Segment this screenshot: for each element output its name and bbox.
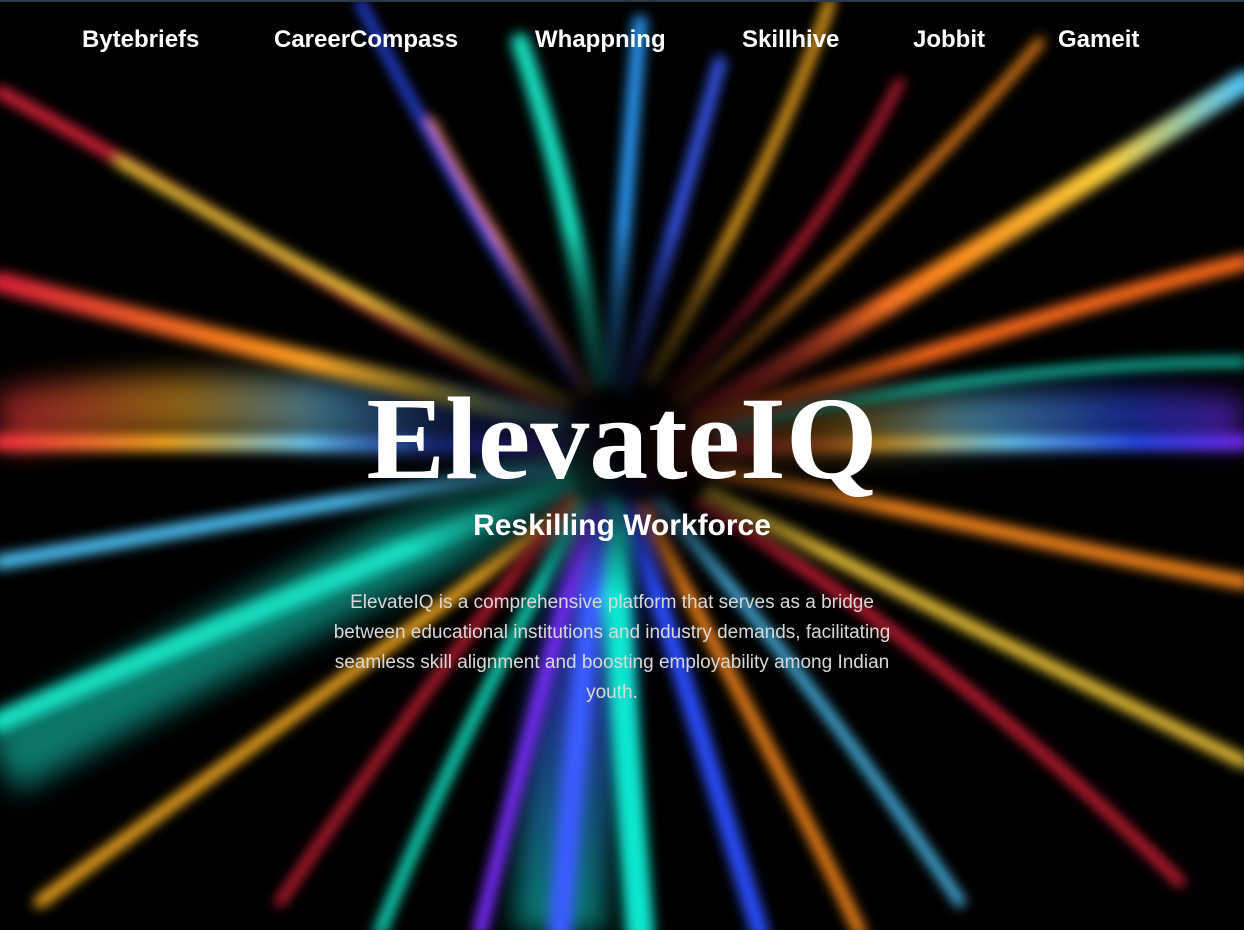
nav-item-gameit[interactable]: Gameit bbox=[1058, 24, 1139, 56]
nav-item-bytebriefs[interactable]: Bytebriefs bbox=[82, 24, 199, 56]
hero-description: ElevateIQ is a comprehensive platform th… bbox=[333, 592, 891, 703]
nav-item-jobbit[interactable]: Jobbit bbox=[913, 24, 985, 56]
hero-title: ElevateIQ bbox=[366, 373, 878, 504]
top-navigation: Bytebriefs CareerCompass Whappning Skill… bbox=[0, 24, 1244, 58]
nav-item-careercompass[interactable]: CareerCompass bbox=[274, 24, 458, 56]
nav-item-whappning[interactable]: Whappning bbox=[535, 24, 666, 56]
nav-item-skillhive[interactable]: Skillhive bbox=[742, 24, 839, 56]
hero-subtitle: Reskilling Workforce bbox=[473, 509, 771, 542]
landing-page: Bytebriefs CareerCompass Whappning Skill… bbox=[0, 0, 1244, 930]
